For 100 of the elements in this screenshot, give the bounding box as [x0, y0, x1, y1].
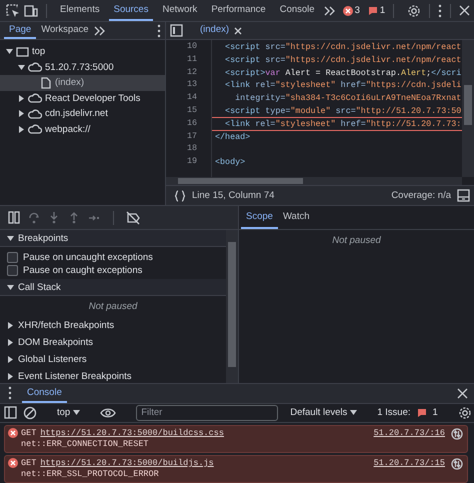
tree-item[interactable]: webpack:// — [0, 122, 165, 137]
expanded-caret-icon[interactable] — [18, 64, 25, 71]
expanded-caret-icon[interactable] — [6, 48, 13, 56]
network-request-icon[interactable] — [451, 428, 463, 440]
request-method: GET — [21, 458, 36, 469]
pause-icon[interactable] — [8, 211, 20, 224]
collapsed-caret-icon[interactable] — [7, 322, 14, 329]
horizontal-scrollbar[interactable] — [166, 177, 462, 185]
collapsed-caret-icon[interactable] — [7, 339, 14, 346]
section-header[interactable]: Event Listener Breakpoints — [0, 368, 226, 383]
expanded-caret-icon[interactable] — [7, 234, 14, 242]
flag-icon — [368, 6, 378, 16]
error-detail: net::ERR_SSL_PROTOCOL_ERROR — [21, 469, 160, 480]
deactivate-breakpoints-icon[interactable] — [126, 210, 140, 224]
code-line: integrity="sha384-T3c6CoIi6uLrA9TneNEoa7Rxnat — [234, 92, 462, 105]
settings-icon[interactable] — [407, 4, 421, 18]
tree-item[interactable]: 51.20.7.73:5000 — [0, 60, 165, 75]
line-number: 16 — [186, 116, 198, 130]
empty-message: Not paused — [331, 234, 382, 248]
tab[interactable]: Page — [4, 22, 36, 39]
flag-icon — [416, 408, 427, 418]
collapsed-caret-icon[interactable] — [18, 110, 25, 118]
checkbox[interactable] — [7, 252, 18, 263]
code-line: <link rel="stylesheet" href="https://cdn.jsdeli — [224, 79, 462, 92]
pretty-print-icon[interactable] — [174, 190, 186, 202]
code-line: <body> — [214, 156, 246, 169]
menu-icon[interactable] — [438, 4, 442, 18]
tab[interactable]: Console — [274, 0, 320, 21]
cloud-icon — [28, 61, 42, 74]
tab[interactable]: Performance — [206, 0, 271, 21]
close-icon[interactable] — [457, 388, 468, 399]
close-icon[interactable] — [234, 26, 242, 34]
file-tab[interactable]: (index) — [195, 22, 234, 39]
toggle-navigator-icon[interactable] — [170, 24, 183, 37]
eye-icon[interactable] — [100, 406, 116, 419]
section-header[interactable]: DOM Breakpoints — [0, 334, 226, 351]
filter-field[interactable]: Filter — [136, 404, 278, 421]
request-method: GET — [21, 428, 36, 439]
empty-message: Not paused — [88, 300, 138, 314]
menu-icon[interactable] — [8, 386, 12, 400]
checkbox-label: Pause on caught exceptions — [23, 265, 142, 276]
section-header[interactable]: Breakpoints — [0, 230, 226, 247]
dropdown-caret-icon — [350, 409, 358, 416]
tab[interactable]: Network — [157, 0, 202, 21]
section-header[interactable]: XHR/fetch Breakpoints — [0, 317, 226, 334]
clear-console-icon[interactable] — [23, 406, 37, 420]
tab[interactable]: Elements — [55, 0, 105, 21]
drawer-toggle-icon[interactable] — [457, 189, 470, 202]
collapsed-caret-icon[interactable] — [7, 373, 14, 380]
line-number: 19 — [186, 155, 198, 168]
device-toolbar-icon[interactable] — [24, 4, 38, 18]
issue-count: 1 — [432, 407, 438, 418]
vertical-scrollbar[interactable] — [462, 40, 474, 177]
settings-icon[interactable] — [458, 406, 472, 420]
step-over-icon[interactable] — [28, 211, 40, 224]
collapsed-caret-icon[interactable] — [18, 94, 25, 102]
step-out-icon[interactable] — [68, 211, 80, 224]
tab[interactable]: Watch — [278, 206, 315, 229]
sidebar-icon[interactable] — [4, 406, 17, 420]
source-link[interactable]: 51.20.7.73/:16 — [374, 428, 445, 439]
error-icon — [342, 6, 353, 16]
error-count: 3 — [354, 5, 360, 16]
tree-item[interactable]: cdn.jsdelivr.net — [0, 106, 165, 122]
frame-icon — [16, 46, 29, 58]
line-number: 12 — [186, 66, 198, 78]
line-number: 13 — [186, 78, 198, 92]
tree-item[interactable]: top — [0, 44, 165, 60]
tree-item[interactable]: (index) — [0, 75, 165, 90]
step-into-icon[interactable] — [48, 211, 60, 224]
menu-icon[interactable] — [157, 24, 161, 38]
error-detail: net::ERR_CONNECTION_RESET — [21, 439, 150, 450]
expanded-caret-icon[interactable] — [7, 284, 14, 290]
vertical-scrollbar[interactable] — [226, 230, 238, 383]
code-line: <script src="https://cdn.jsdelivr.net/npm/react — [224, 54, 462, 67]
network-request-icon[interactable] — [451, 458, 463, 470]
collapsed-caret-icon[interactable] — [18, 126, 25, 133]
tree-item[interactable]: React Developer Tools — [0, 90, 165, 106]
dropdown-caret-icon — [73, 409, 80, 416]
section-header[interactable]: Call Stack — [0, 279, 226, 296]
tab[interactable]: Workspace — [36, 22, 94, 39]
error-icon — [8, 458, 18, 468]
file-icon — [40, 76, 52, 89]
checkbox[interactable] — [7, 265, 18, 276]
context-dropdown[interactable]: top — [57, 407, 80, 418]
source-link[interactable]: 51.20.7.73/:15 — [374, 458, 445, 469]
levels-dropdown[interactable]: Default levels — [290, 407, 358, 418]
checkbox-label: Pause on uncaught exceptions — [23, 252, 153, 263]
code-line: <script src="https://cdn.jsdelivr.net/npm/react — [224, 41, 462, 54]
code-line: <script>var Alert = ReactBootstrap.Alert;</scri — [224, 66, 462, 80]
close-icon[interactable] — [459, 5, 470, 16]
collapsed-caret-icon[interactable] — [7, 356, 14, 363]
url-link[interactable]: https://51.20.7.73:5000/buildcss.css — [40, 428, 224, 439]
more-tabs-icon[interactable] — [324, 6, 335, 16]
line-number: 17 — [186, 130, 198, 142]
inspect-element-icon[interactable] — [6, 4, 20, 18]
url-link[interactable]: https://51.20.7.73:5000/buildjs.js — [40, 458, 214, 469]
tab[interactable]: Scope — [241, 206, 278, 229]
more-tabs-icon[interactable] — [94, 26, 105, 36]
line-number: 14 — [186, 91, 198, 104]
section-header[interactable]: Global Listeners — [0, 351, 226, 368]
